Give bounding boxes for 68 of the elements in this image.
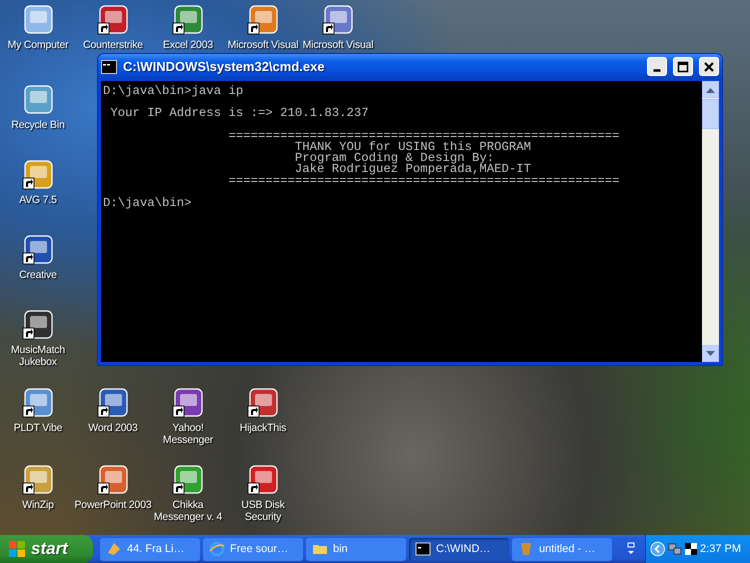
- icon-label: WinZip: [22, 499, 54, 511]
- program-icon[interactable]: [322, 4, 354, 36]
- taskbar-button[interactable]: 44. Fra Li…: [100, 538, 200, 560]
- icon-label: Excel 2003: [163, 39, 213, 51]
- browser-icon: [209, 541, 225, 557]
- icon-label: My Computer: [8, 39, 68, 51]
- vase-icon: [518, 541, 534, 557]
- console-line: D:\java\bin>: [103, 194, 192, 210]
- up-arrow-icon: [706, 86, 715, 92]
- icon-label: Creative: [19, 269, 57, 281]
- icon-label: Yahoo! Messenger: [162, 422, 214, 446]
- icon-label: PowerPoint 2003: [74, 499, 152, 511]
- chevron-icon[interactable]: [650, 540, 666, 558]
- window-title: C:\WINDOWS\system32\cmd.exe: [123, 58, 326, 76]
- close-button[interactable]: [699, 57, 719, 76]
- minimize-button[interactable]: [647, 57, 667, 76]
- start-button[interactable]: start: [0, 535, 93, 563]
- program-icon[interactable]: [22, 309, 54, 341]
- minimize-icon: [653, 69, 661, 72]
- icon-label: MusicMatch Jukebox: [10, 344, 66, 368]
- icon-label: Word 2003: [88, 422, 138, 434]
- console-line: D:\java\bin>java ip: [103, 86, 244, 98]
- program-icon[interactable]: [172, 4, 204, 36]
- console-line: THANK YOU for USING this PROGRAM: [294, 142, 532, 154]
- console-line: Your IP Address is :=> 210.1.83.237: [109, 105, 369, 120]
- icon-label: Recycle Bin: [11, 119, 65, 131]
- program-icon[interactable]: [22, 4, 54, 36]
- icon-label: HijackThis: [240, 422, 286, 434]
- program-icon[interactable]: [172, 464, 204, 496]
- program-icon[interactable]: [247, 387, 279, 419]
- scroll-thumb[interactable]: [702, 99, 719, 129]
- console-line: =====================================================: [227, 176, 620, 187]
- toolbar-expand-icon[interactable]: [626, 542, 636, 556]
- down-arrow-icon: [706, 350, 715, 356]
- console-icon: [415, 541, 431, 557]
- windows-logo-icon: [8, 540, 26, 558]
- icon-label: Counterstrike: [83, 39, 143, 51]
- icon-label: AVG 7.5: [19, 194, 57, 206]
- program-icon[interactable]: [22, 464, 54, 496]
- icon-label: Microsoft Visual: [302, 39, 374, 51]
- maximize-icon: [676, 60, 690, 74]
- program-icon[interactable]: [247, 464, 279, 496]
- taskbar-button[interactable]: C:\WIND…: [409, 538, 509, 560]
- program-icon[interactable]: [97, 464, 129, 496]
- taskbar-button[interactable]: bin: [306, 538, 406, 560]
- program-icon[interactable]: [172, 387, 204, 419]
- icon-label: Microsoft Visual: [228, 39, 298, 51]
- taskbar-button[interactable]: Free sour…: [203, 538, 303, 560]
- scroll-up-button[interactable]: [702, 81, 719, 98]
- program-icon[interactable]: [22, 387, 54, 419]
- clock-time: 2:37 PM: [700, 542, 741, 557]
- program-icon[interactable]: [22, 234, 54, 266]
- console-line: Jake Rodriguez Pomperada,MAED-IT: [294, 164, 532, 176]
- close-icon: [702, 60, 716, 74]
- network-icon[interactable]: [668, 541, 682, 557]
- program-icon[interactable]: [22, 159, 54, 191]
- icon-label: USB Disk Security: [240, 499, 286, 523]
- program-icon[interactable]: [97, 387, 129, 419]
- program-icon[interactable]: [247, 4, 279, 36]
- checkered-icon[interactable]: [685, 542, 698, 556]
- console-line: Program Coding & Design By:: [294, 153, 494, 164]
- maximize-button[interactable]: [673, 57, 693, 76]
- console-line: =====================================================: [227, 128, 620, 142]
- icon-label: PLDT Vibe: [14, 422, 62, 434]
- program-icon[interactable]: [97, 4, 129, 36]
- taskbar-button[interactable]: untitled - …: [512, 538, 612, 560]
- scroll-down-button[interactable]: [702, 345, 719, 362]
- console-icon: [101, 60, 117, 74]
